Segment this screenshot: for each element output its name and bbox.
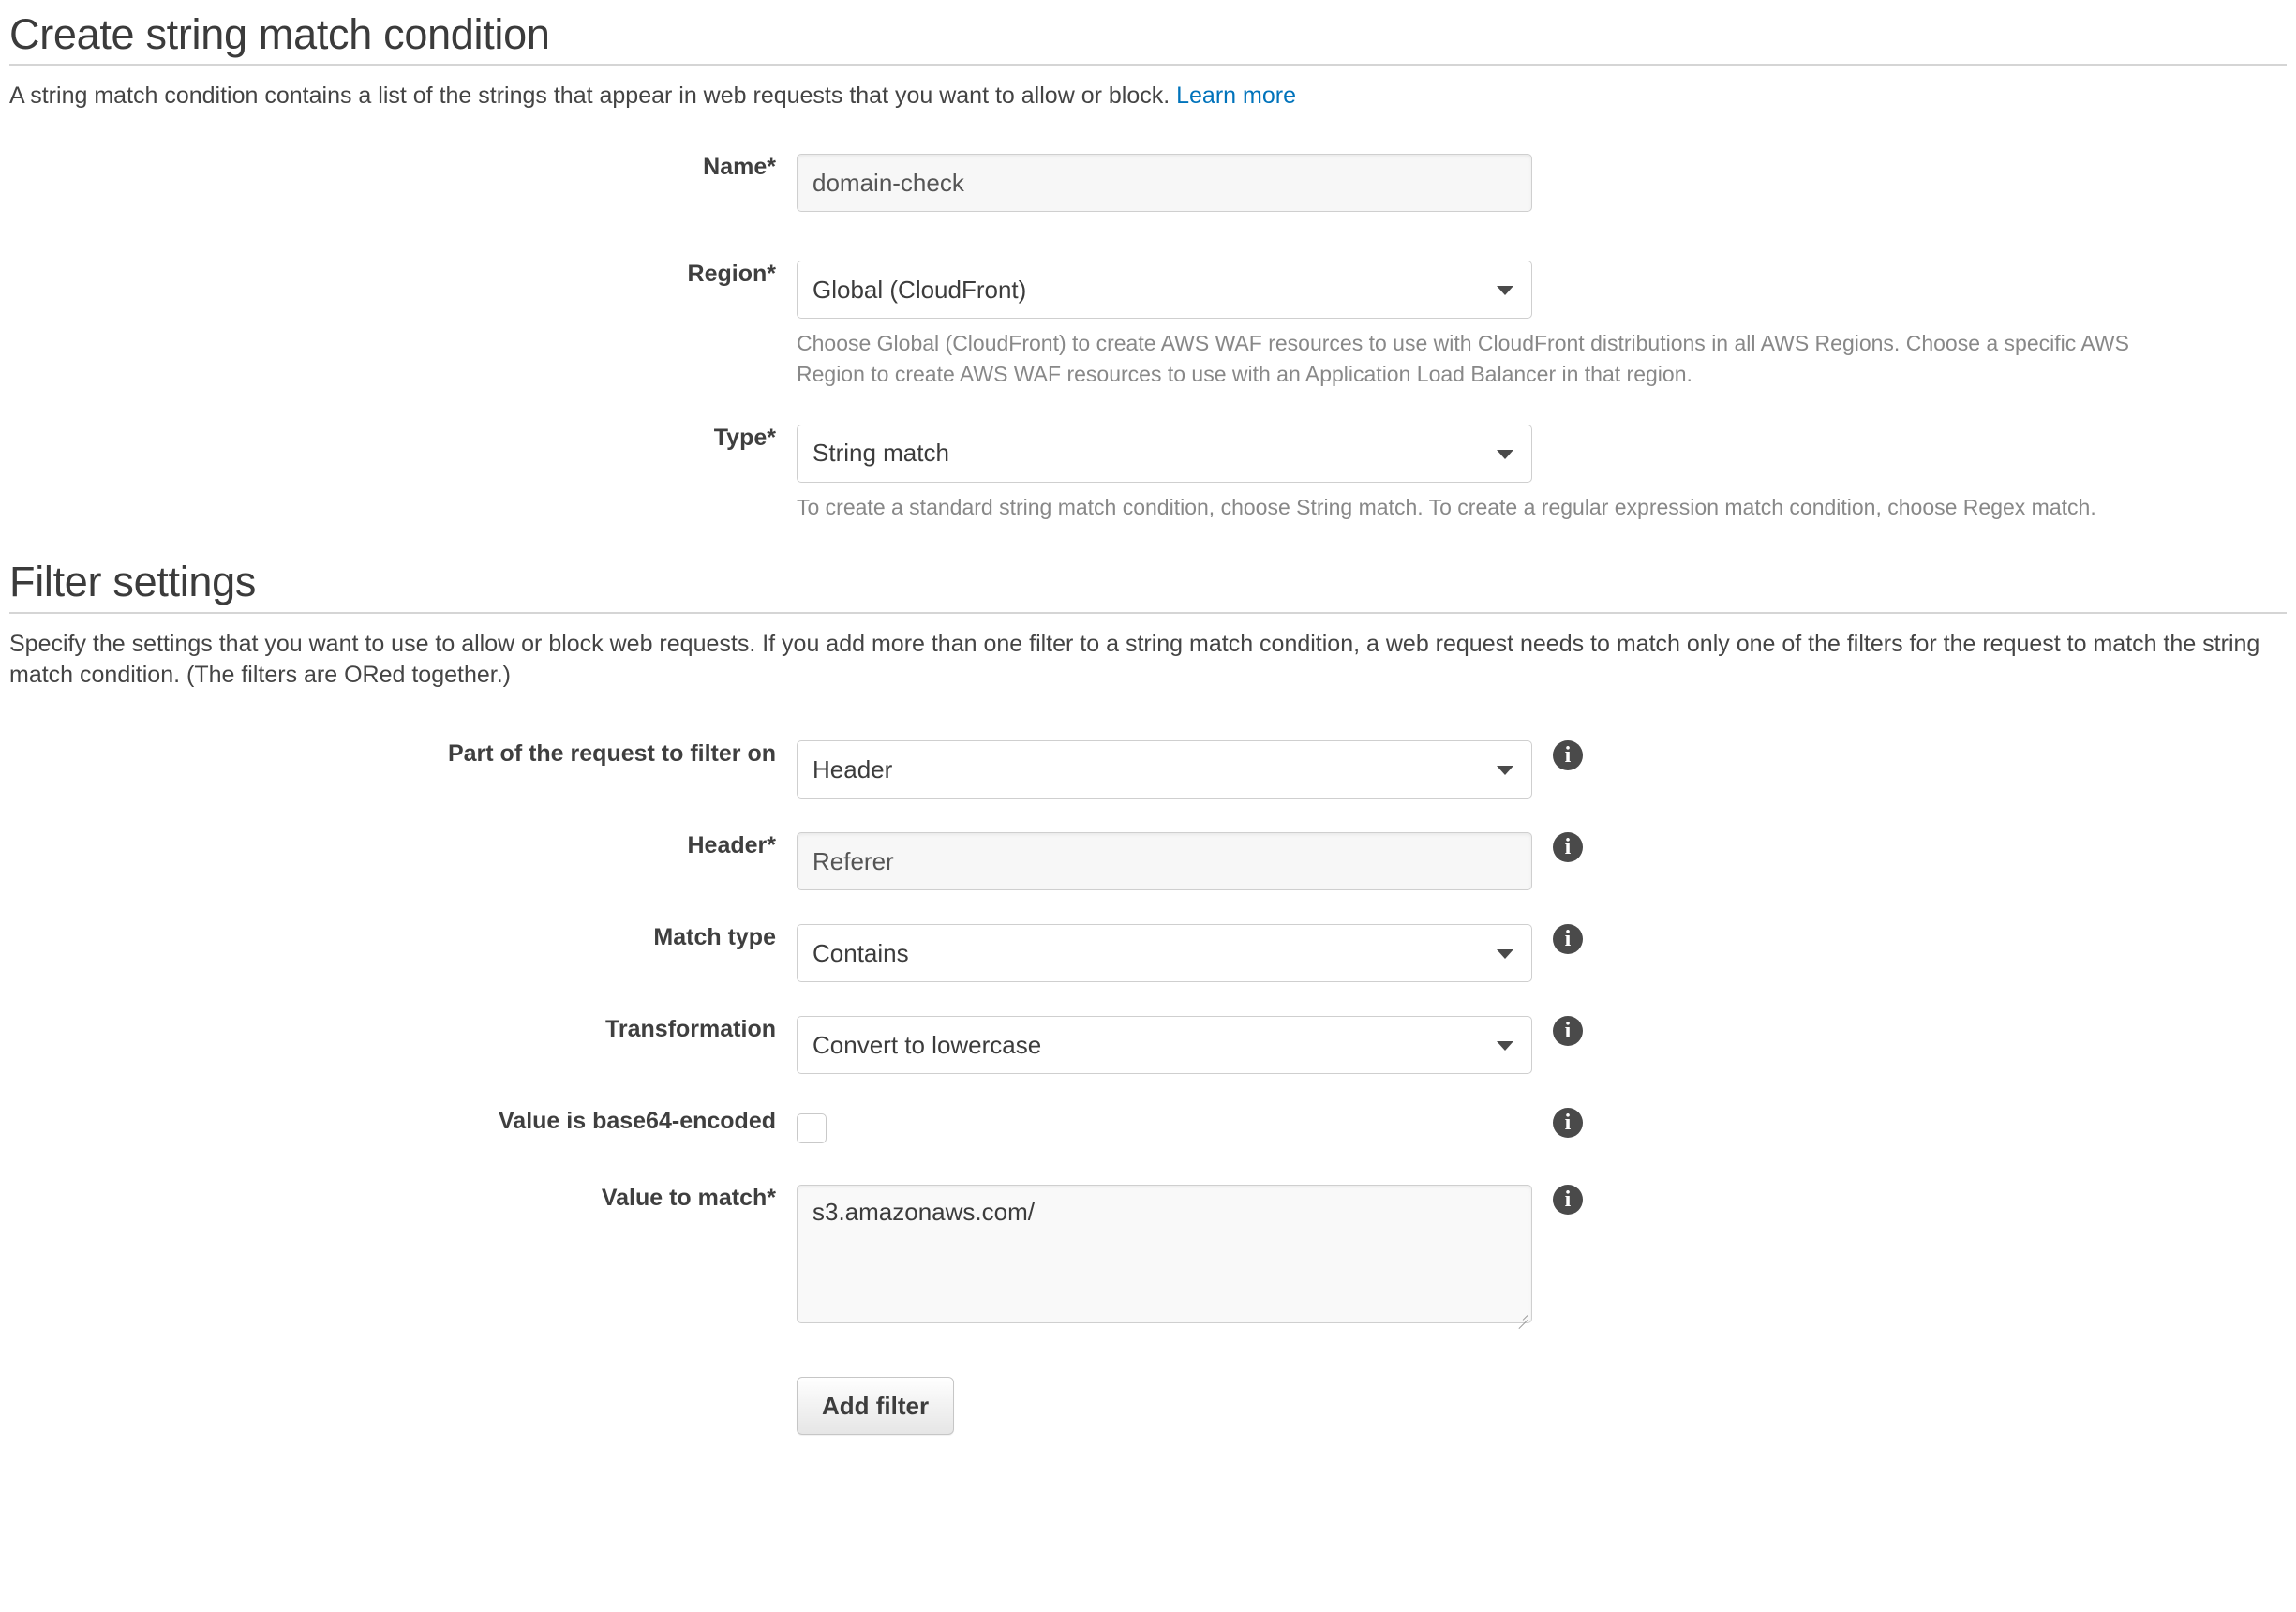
name-label: Name* — [703, 154, 776, 181]
match-type-value: Contains — [813, 938, 909, 967]
page-description: A string match condition contains a list… — [9, 66, 2287, 112]
header-field-col: i — [797, 832, 1583, 891]
type-help-row: To create a standard string match condit… — [9, 483, 2287, 523]
base64-label: Value is base64-encoded — [499, 1108, 776, 1135]
region-label: Region* — [687, 261, 776, 288]
header-field-row: Header* i — [9, 832, 2287, 891]
region-select-value: Global (CloudFront) — [813, 275, 1027, 304]
learn-more-link[interactable]: Learn more — [1176, 82, 1296, 109]
match-type-field-col: Contains i — [797, 924, 1583, 983]
region-row: Region* Global (CloudFront) — [9, 261, 2287, 320]
type-select[interactable]: String match — [797, 424, 1532, 483]
match-type-select-wrap: Contains — [797, 924, 1532, 983]
create-string-match-condition-page: Create string match condition A string m… — [0, 0, 2296, 1612]
region-help-text: Choose Global (CloudFront) to create AWS… — [797, 331, 2129, 387]
part-of-request-select-wrap: Header — [797, 740, 1532, 799]
match-type-row: Match type Contains i — [9, 924, 2287, 983]
header-input[interactable] — [797, 832, 1532, 891]
transformation-label: Transformation — [605, 1016, 776, 1043]
type-field-col: String match — [797, 424, 1532, 483]
region-help-row: Choose Global (CloudFront) to create AWS… — [9, 319, 2287, 391]
transformation-value: Convert to lowercase — [813, 1030, 1042, 1059]
type-help-text: To create a standard string match condit… — [797, 494, 2096, 519]
type-label: Type* — [713, 424, 776, 451]
info-icon[interactable]: i — [1553, 1016, 1583, 1047]
type-select-wrap: String match — [797, 424, 1532, 483]
name-input[interactable] — [797, 154, 1532, 213]
part-of-request-label: Part of the request to filter on — [447, 740, 776, 768]
base64-row: Value is base64-encoded i — [9, 1108, 2287, 1144]
transformation-select[interactable]: Convert to lowercase — [797, 1016, 1532, 1075]
info-icon[interactable]: i — [1553, 924, 1583, 955]
value-to-match-label: Value to match* — [601, 1185, 776, 1212]
header-field-label: Header* — [687, 832, 777, 859]
base64-field-col: i — [797, 1108, 1583, 1144]
info-icon[interactable]: i — [1553, 1108, 1583, 1139]
value-to-match-row: Value to match* i — [9, 1185, 2287, 1330]
type-row: Type* String match — [9, 424, 2287, 483]
add-filter-button[interactable]: Add filter — [797, 1377, 955, 1436]
value-to-match-field-col: i — [797, 1185, 1583, 1330]
filter-settings-title: Filter settings — [9, 558, 257, 606]
name-row: Name* — [9, 154, 2287, 213]
part-of-request-select[interactable]: Header — [797, 740, 1532, 799]
region-select-wrap: Global (CloudFront) — [797, 261, 1532, 320]
type-select-value: String match — [813, 439, 949, 468]
info-icon[interactable]: i — [1553, 740, 1583, 771]
page-description-text: A string match condition contains a list… — [9, 82, 1170, 110]
region-select[interactable]: Global (CloudFront) — [797, 261, 1532, 320]
part-of-request-value: Header — [813, 754, 893, 784]
part-of-request-field-col: Header i — [797, 740, 1583, 799]
part-of-request-row: Part of the request to filter on Header … — [9, 740, 2287, 799]
info-icon[interactable]: i — [1553, 1185, 1583, 1216]
page-title: Create string match condition — [9, 10, 550, 58]
name-field-col — [797, 154, 1532, 213]
region-field-col: Global (CloudFront) — [797, 261, 1532, 320]
base64-checkbox[interactable] — [797, 1113, 827, 1144]
info-icon[interactable]: i — [1553, 832, 1583, 863]
transformation-select-wrap: Convert to lowercase — [797, 1016, 1532, 1075]
match-type-label: Match type — [653, 924, 776, 951]
value-to-match-textarea[interactable] — [797, 1185, 1532, 1324]
transformation-row: Transformation Convert to lowercase i — [9, 1016, 2287, 1075]
value-to-match-wrap — [797, 1185, 1532, 1330]
transformation-field-col: Convert to lowercase i — [797, 1016, 1583, 1075]
add-filter-row: Add filter — [9, 1377, 2287, 1436]
filter-settings-description: Specify the settings that you want to us… — [9, 630, 2260, 689]
match-type-select[interactable]: Contains — [797, 924, 1532, 983]
